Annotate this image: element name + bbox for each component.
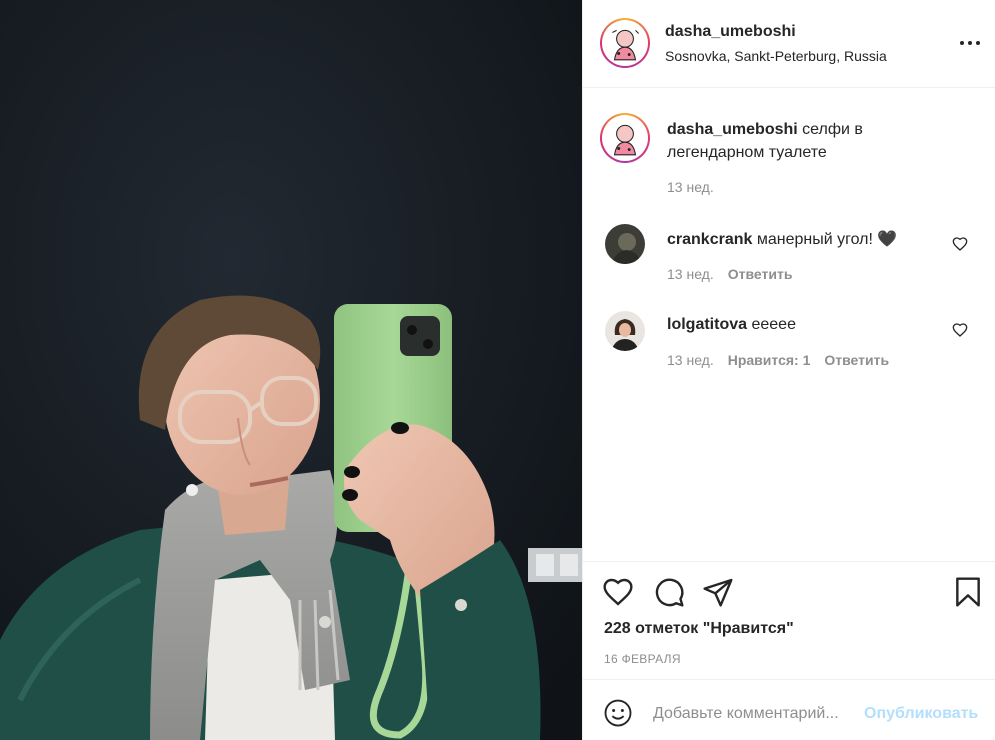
comment-text-block: lolgatitova eeeee (667, 316, 796, 334)
author-avatar[interactable] (600, 18, 650, 68)
comment-time[interactable]: 13 нед. (667, 352, 714, 368)
heart-icon[interactable] (602, 576, 634, 608)
comment-like-heart-icon[interactable] (952, 236, 968, 252)
paper-plane-icon[interactable] (702, 576, 734, 608)
selfie-image (0, 0, 582, 740)
comments-list[interactable]: dasha_umeboshi селфи в легендарном туале… (583, 89, 995, 561)
comment-meta: 13 нед. Нравится: 1 Ответить (667, 352, 889, 368)
comment-text: eeeee (751, 316, 796, 333)
avatar-illustration (604, 22, 646, 64)
comment-text: манерный угол! 🖤 (756, 231, 898, 248)
caption-text-block: dasha_umeboshi селфи в легендарном туале… (667, 118, 937, 164)
comment-text-block: crankcrank манерный угол! 🖤 (667, 229, 897, 249)
add-comment-bar: Опубликовать (583, 679, 995, 740)
reply-button[interactable]: Ответить (728, 266, 793, 282)
avatar-illustration (604, 117, 646, 159)
reply-button[interactable]: Ответить (824, 352, 889, 368)
caption-username[interactable]: dasha_umeboshi (667, 121, 798, 138)
comment-avatar[interactable] (605, 311, 645, 351)
more-options-button[interactable] (960, 33, 980, 53)
post-actions: 228 отметок "Нравится" 16 ФЕВРАЛЯ (583, 561, 995, 679)
comment-username[interactable]: lolgatitova (667, 316, 747, 333)
caption-time[interactable]: 13 нед. (667, 179, 714, 195)
post-location[interactable]: Sosnovka, Sankt-Peterburg, Russia (665, 48, 887, 64)
avatar-photo (605, 224, 645, 264)
likes-count[interactable]: 228 отметок "Нравится" (604, 620, 794, 638)
comment-icon[interactable] (653, 576, 685, 608)
comment-username[interactable]: crankcrank (667, 231, 752, 248)
post-header: dasha_umeboshi Sosnovka, Sankt-Peterburg… (583, 0, 995, 88)
publish-button[interactable]: Опубликовать (864, 705, 978, 723)
comment-like-heart-icon[interactable] (952, 322, 968, 338)
bookmark-icon[interactable] (952, 576, 984, 608)
avatar-photo (605, 311, 645, 351)
caption-author-avatar[interactable] (600, 113, 650, 163)
comment-time[interactable]: 13 нед. (667, 266, 714, 282)
comment-input[interactable] (653, 701, 859, 727)
post-details-panel: dasha_umeboshi Sosnovka, Sankt-Peterburg… (582, 0, 995, 740)
comment-meta: 13 нед. Ответить (667, 266, 792, 282)
comment-likes-count[interactable]: Нравится: 1 (728, 352, 811, 368)
post-photo[interactable] (0, 0, 582, 740)
post-date[interactable]: 16 ФЕВРАЛЯ (604, 652, 681, 666)
author-username[interactable]: dasha_umeboshi (665, 23, 796, 41)
comment-avatar[interactable] (605, 224, 645, 264)
smiley-icon[interactable] (603, 698, 633, 728)
more-horizontal-icon (960, 41, 964, 45)
